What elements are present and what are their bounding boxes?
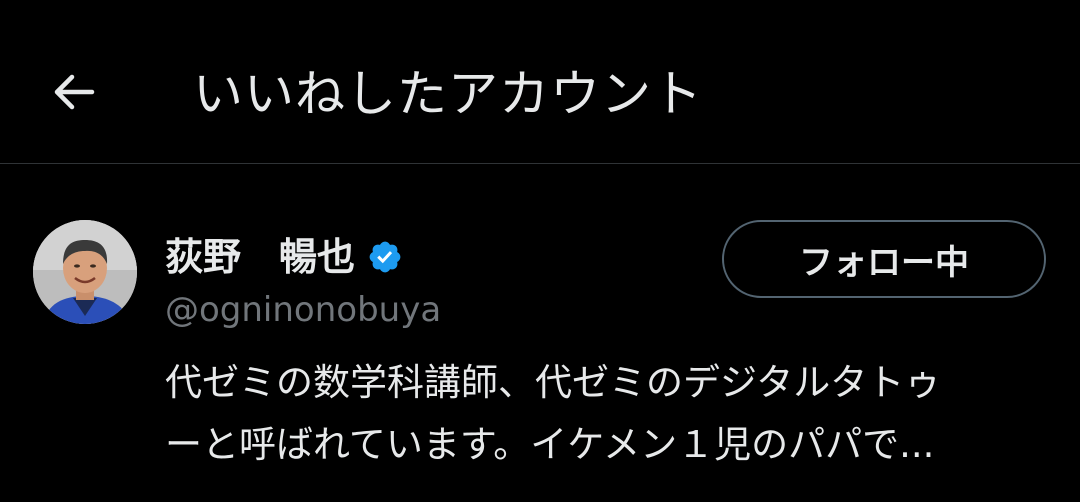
- following-button[interactable]: フォロー中: [722, 220, 1046, 298]
- display-name[interactable]: 荻野 暢也: [165, 235, 355, 279]
- page-title: いいねしたアカウント: [193, 65, 703, 123]
- avatar[interactable]: [33, 220, 137, 324]
- user-list-item[interactable]: 荻野 暢也 @ogninonobuya フォロー中 代ゼミの数学科講師、代ゼミの…: [0, 165, 1080, 502]
- bio-line-2: ーと呼ばれています。イケメン１児のパパで...: [165, 423, 935, 466]
- liked-by-page: いいねしたアカウント 荻野 暢也 @ogninonobuya フォロー中 代ゼミ…: [0, 0, 1080, 502]
- bio-line-1: 代ゼミの数学科講師、代ゼミのデジタルタトゥ: [165, 361, 942, 404]
- avatar-photo: [33, 220, 137, 324]
- verified-badge-icon: [369, 241, 401, 273]
- top-app-bar: いいねしたアカウント: [0, 0, 1080, 164]
- arrow-left-icon: [54, 74, 95, 110]
- name-row: 荻野 暢也: [165, 235, 403, 279]
- user-handle: @ogninonobuya: [165, 290, 442, 330]
- back-button[interactable]: [40, 58, 108, 126]
- user-bio: 代ゼミの数学科講師、代ゼミのデジタルタトゥ ーと呼ばれています。イケメン１児のパ…: [165, 352, 1045, 476]
